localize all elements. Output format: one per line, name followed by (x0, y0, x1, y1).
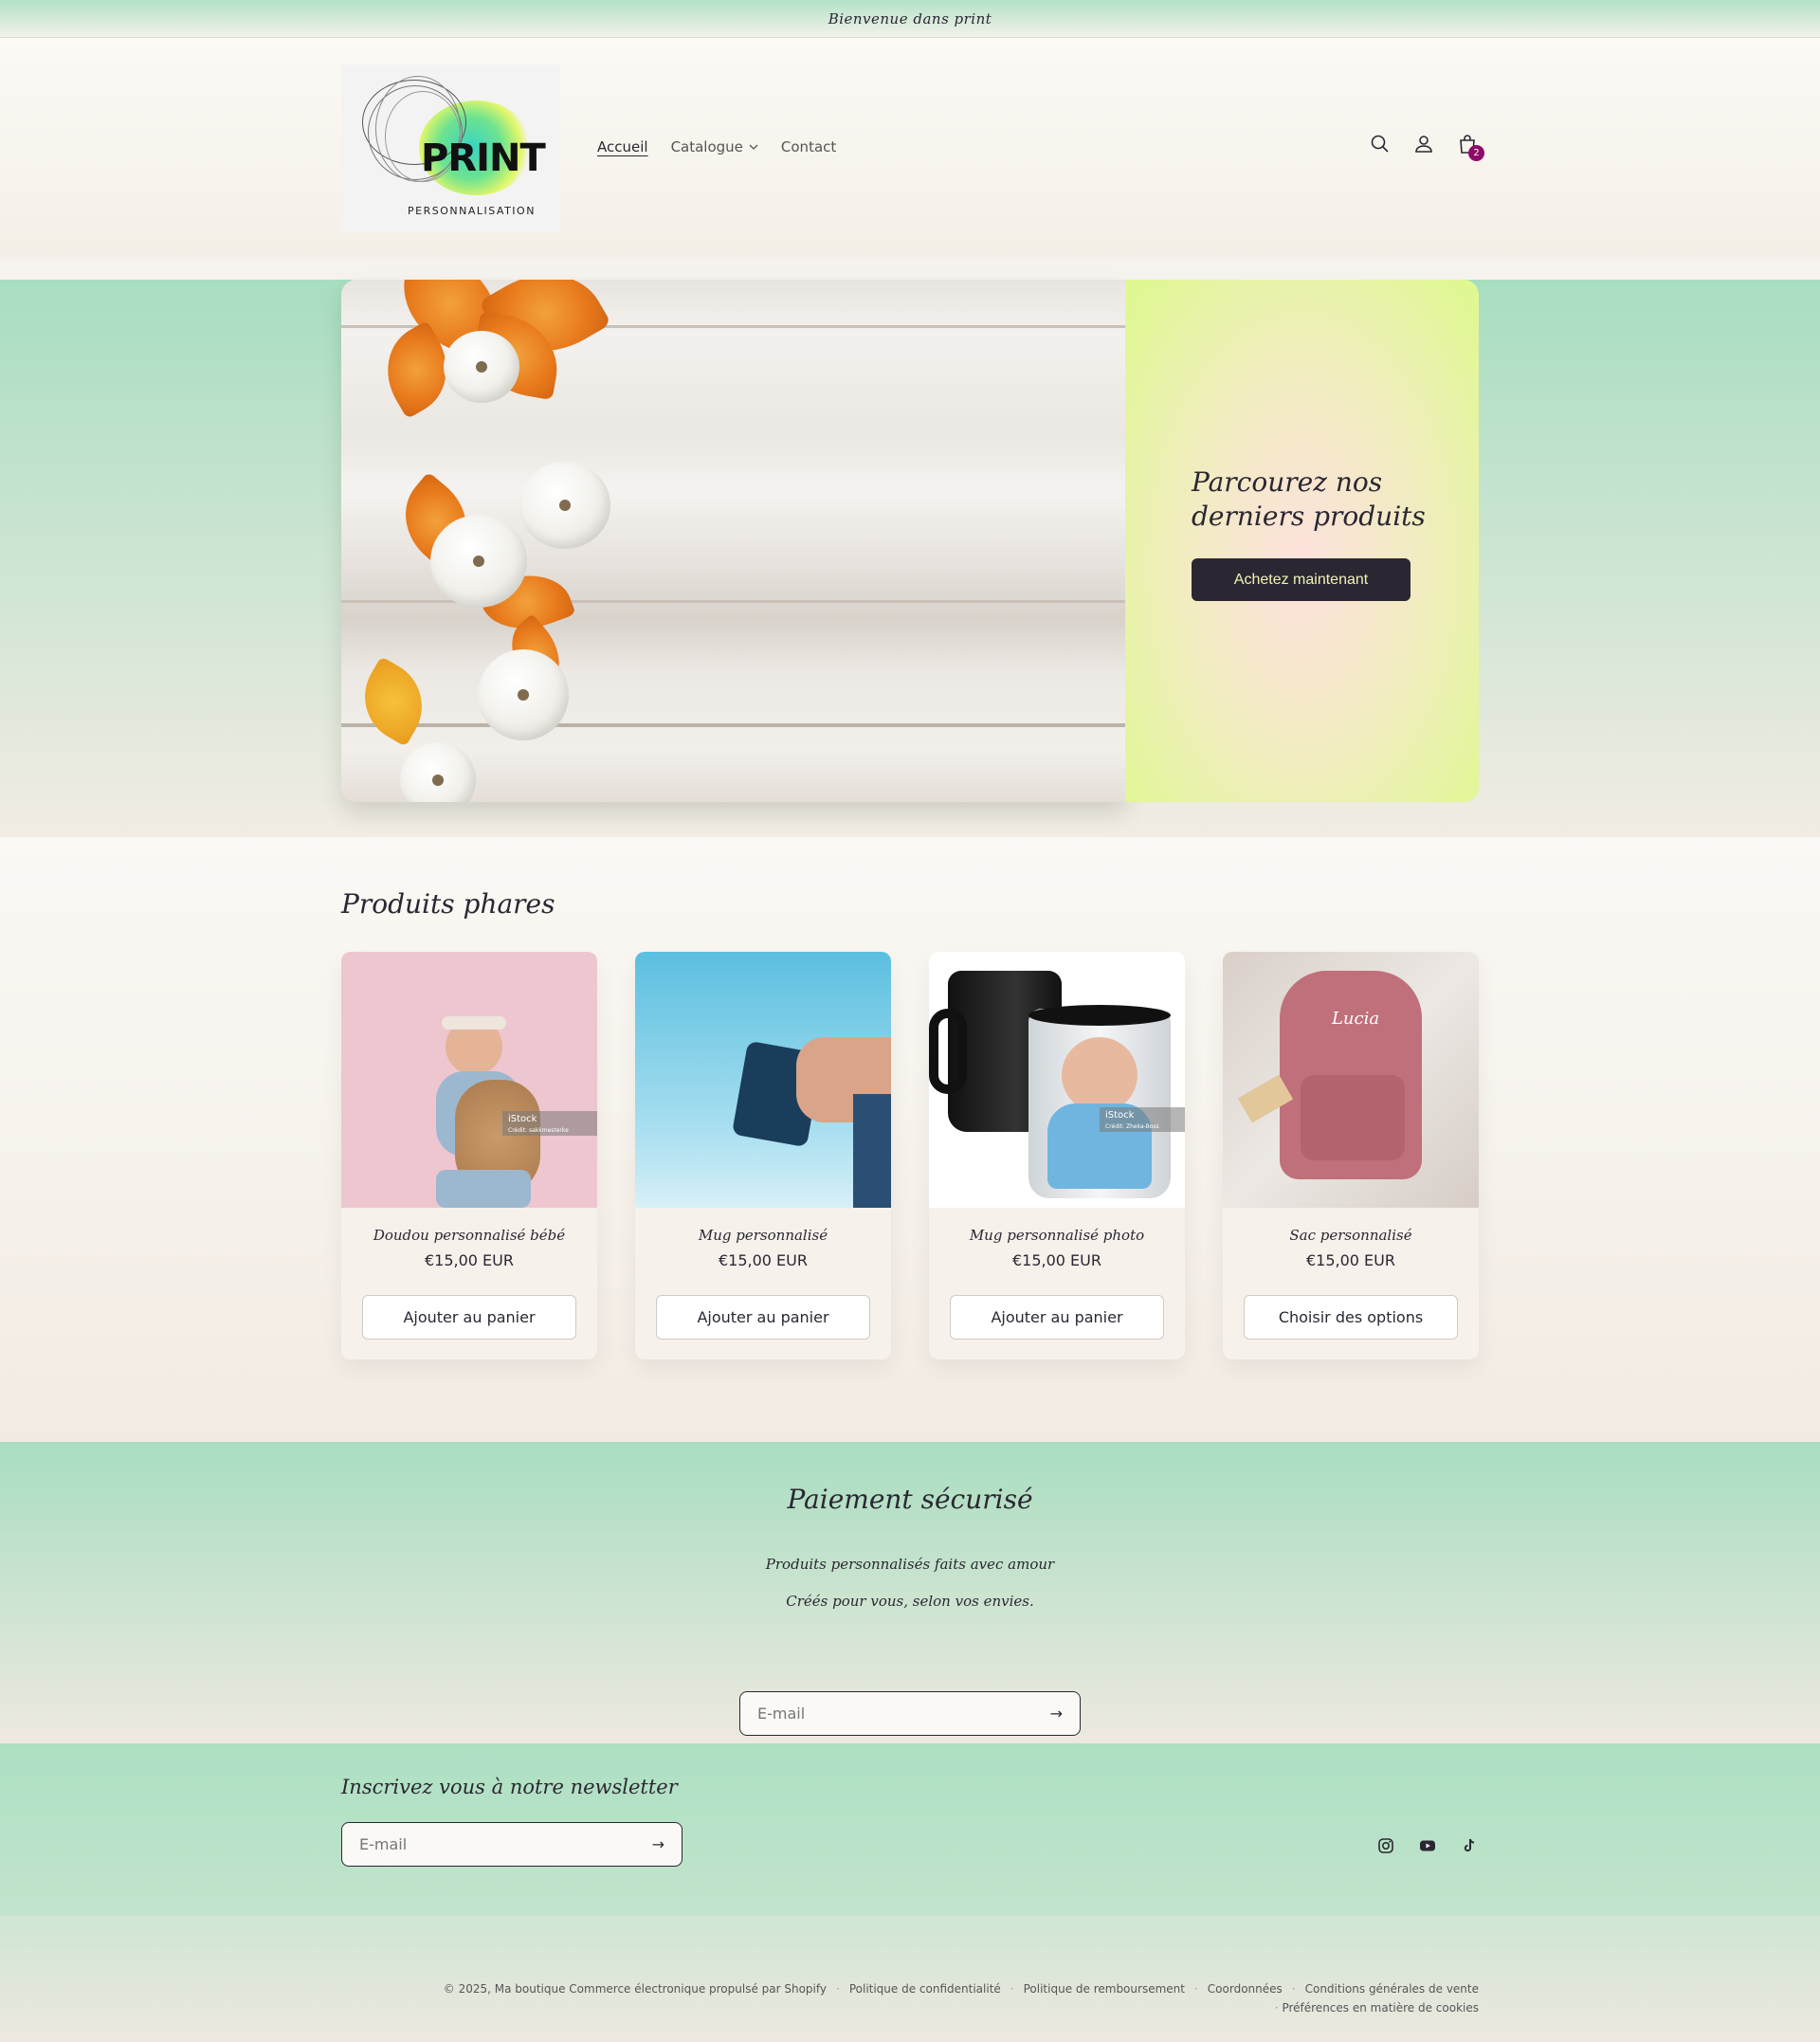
product-name[interactable]: Mug personnalisé photo (929, 1227, 1185, 1244)
stock-credit: iStock Crédit: Zheka-Boss (1100, 1107, 1185, 1132)
secure-payment-section: Paiement sécurisé Produits personnalisés… (0, 1442, 1820, 1743)
pumpkin (478, 649, 569, 740)
product-price: €15,00 EUR (424, 1251, 514, 1269)
logo-subtitle: PERSONNALISATION (408, 205, 536, 217)
footer-links-second-row: · Préférences en matière de cookies (1275, 2001, 1479, 2015)
separator: · (836, 1982, 840, 1996)
product-card[interactable]: iStock Crédit: sakkmesterke Doudou person… (341, 952, 597, 1359)
email-field[interactable]: → (739, 1691, 1081, 1736)
chevron-down-icon (749, 144, 758, 150)
baby-legs (436, 1170, 531, 1208)
product-name[interactable]: Mug personnalisé (635, 1227, 891, 1244)
newsletter-title: Inscrivez vous à notre newsletter (341, 1776, 678, 1798)
add-to-cart-button[interactable]: Ajouter au panier (656, 1295, 870, 1340)
backpack-pocket (1301, 1075, 1405, 1160)
product-card[interactable]: iStock Crédit: Zheka-Boss Mug personnalis… (929, 952, 1185, 1359)
black-mug-handle (929, 1009, 967, 1094)
autumn-leaf (348, 656, 439, 747)
email-input[interactable] (757, 1705, 1023, 1723)
stock-credit: iStock Crédit: sakkmesterke (502, 1111, 597, 1136)
nav-item-accueil[interactable]: Accueil (597, 138, 648, 155)
cart-count-badge: 2 (1468, 145, 1484, 161)
add-to-cart-button[interactable]: Ajouter au panier (950, 1295, 1164, 1340)
hero-text-panel: Parcourez nos derniers produits Achetez … (1125, 280, 1479, 802)
baby-headband (442, 1016, 506, 1030)
announcement-bar: Bienvenue dans print (0, 0, 1820, 38)
site-footer: © 2025, Ma boutique Commerce électroniqu… (0, 1916, 1820, 2042)
announcement-text: Bienvenue dans print (828, 9, 992, 27)
arrow-right-icon[interactable]: → (652, 1835, 664, 1853)
hero-image (341, 280, 1125, 802)
featured-products: Produits phares iStock Crédit: sakkmester… (0, 837, 1820, 1442)
site-header: PRINT PERSONNALISATION Accueil Catalogue… (0, 38, 1820, 257)
product-image[interactable]: iStock Crédit: sakkmesterke (341, 952, 597, 1208)
hero-title: Parcourez nos derniers produits (1192, 465, 1426, 534)
product-image[interactable]: iStock Crédit: Zheka-Boss (929, 952, 1185, 1208)
hero-title-line: derniers produits (1192, 501, 1426, 532)
logo-word: PRINT (421, 137, 546, 180)
nav-label: Catalogue (670, 138, 743, 155)
footer-link[interactable]: Conditions générales de vente (1305, 1982, 1479, 1996)
mug-rim (1028, 1005, 1171, 1026)
search-icon[interactable] (1369, 133, 1392, 155)
product-name[interactable]: Doudou personnalisé bébé (341, 1227, 597, 1244)
product-card[interactable]: Mug personnalisé €15,00 EUR Ajouter au p… (635, 952, 891, 1359)
newsletter-section: Inscrivez vous à notre newsletter → (0, 1743, 1820, 1916)
newsletter-email-input[interactable] (359, 1835, 625, 1853)
product-image[interactable]: Lucia (1223, 952, 1479, 1208)
footer-links: © 2025, Ma boutique Commerce électroniqu… (444, 1982, 1479, 1996)
nav-label: Accueil (597, 138, 648, 155)
pumpkin (444, 331, 519, 403)
footer-link[interactable]: Préférences en matière de cookies (1282, 2001, 1479, 2015)
separator: · (1274, 2001, 1279, 2015)
user-icon[interactable] (1412, 133, 1435, 155)
footer-link[interactable]: Politique de remboursement (1024, 1982, 1185, 1996)
nav-item-catalogue[interactable]: Catalogue (671, 138, 758, 155)
sleeve (853, 1094, 891, 1208)
nav-item-contact[interactable]: Contact (781, 138, 836, 155)
section-title: Produits phares (341, 888, 555, 920)
arrow-right-icon[interactable]: → (1050, 1705, 1063, 1723)
newsletter-email-field[interactable]: → (341, 1822, 682, 1867)
main-nav: Accueil Catalogue Contact (597, 138, 836, 155)
product-name[interactable]: Sac personnalisé (1223, 1227, 1479, 1244)
copyright-text[interactable]: © 2025, Ma boutique Commerce électroniqu… (444, 1982, 827, 1996)
pumpkin (400, 742, 476, 802)
stock-brand: iStock (508, 1114, 537, 1124)
separator: · (1010, 1982, 1014, 1996)
tiktok-icon[interactable] (1460, 1836, 1479, 1855)
stock-credit-text: Crédit: sakkmesterke (508, 1127, 569, 1134)
section-title: Paiement sécurisé (787, 1484, 1033, 1515)
pumpkin (430, 515, 527, 608)
separator: · (1291, 1982, 1296, 1996)
social-links (1376, 1836, 1479, 1855)
stock-brand: iStock (1105, 1110, 1135, 1121)
child-face (1062, 1037, 1138, 1113)
instagram-icon[interactable] (1376, 1836, 1395, 1855)
product-price: €15,00 EUR (1011, 1251, 1101, 1269)
product-price: €15,00 EUR (1305, 1251, 1395, 1269)
cart-button[interactable]: 2 (1456, 133, 1484, 161)
product-price: €15,00 EUR (718, 1251, 808, 1269)
wood-plank-line (341, 723, 1125, 727)
separator: · (1193, 1982, 1198, 1996)
pumpkin (519, 462, 610, 549)
secure-text-line: Créés pour vous, selon vos envies. (786, 1593, 1034, 1610)
header-icons: 2 (1369, 133, 1484, 161)
embroidered-name: Lucia (1331, 1009, 1380, 1029)
secure-text-line: Produits personnalisés faits avec amour (765, 1556, 1055, 1573)
add-to-cart-button[interactable]: Ajouter au panier (362, 1295, 576, 1340)
product-image[interactable] (635, 952, 891, 1208)
hero-title-line: Parcourez nos (1192, 466, 1383, 498)
choose-options-button[interactable]: Choisir des options (1244, 1295, 1458, 1340)
product-card[interactable]: Lucia Sac personnalisé €15,00 EUR Choisi… (1223, 952, 1479, 1359)
footer-link[interactable]: Politique de confidentialité (849, 1982, 1001, 1996)
footer-link[interactable]: Coordonnées (1208, 1982, 1283, 1996)
stock-credit-text: Crédit: Zheka-Boss (1105, 1123, 1159, 1130)
shop-now-button[interactable]: Achetez maintenant (1192, 558, 1410, 601)
hero-banner: Parcourez nos derniers produits Achetez … (0, 280, 1820, 837)
nav-label: Contact (780, 138, 837, 155)
youtube-icon[interactable] (1418, 1836, 1437, 1855)
store-logo[interactable]: PRINT PERSONNALISATION (341, 64, 560, 232)
